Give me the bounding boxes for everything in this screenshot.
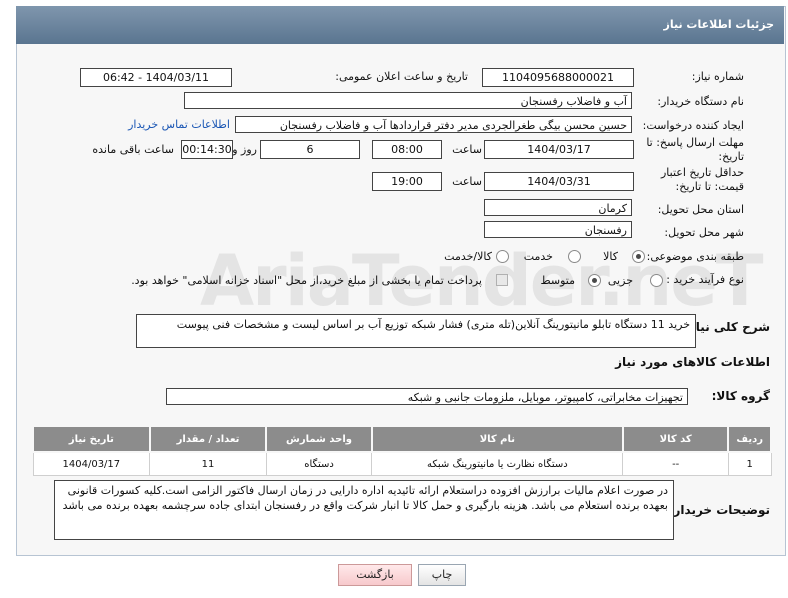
- page-title: جزئیات اطلاعات نیاز: [663, 18, 775, 31]
- goods-group-field: تجهیزات مخابراتی، کامپیوتر، موبایل، ملزو…: [166, 388, 688, 405]
- category-label: طبقه بندی موضوعی:: [646, 250, 744, 263]
- col-code: کد کالا: [621, 425, 730, 453]
- treasury-note: پرداخت تمام یا بخشی از مبلغ خرید،از محل …: [131, 274, 482, 287]
- category-both-label: کالا/خدمت: [444, 250, 492, 263]
- cell-qty: 11: [149, 451, 267, 476]
- requester-label: ایجاد کننده درخواست:: [642, 119, 744, 132]
- category-goods-label: کالا: [603, 250, 618, 263]
- treasury-checkbox[interactable]: [496, 274, 508, 286]
- buyer-contact-link[interactable]: اطلاعات تماس خریدار: [128, 118, 230, 131]
- deadline-time-label: ساعت: [452, 143, 482, 156]
- province-label: استان محل تحویل:: [657, 203, 744, 216]
- validity-date-field: 1404/03/31: [484, 172, 634, 191]
- cell-name: دستگاه نظارت یا مانیتورینگ شبکه: [371, 451, 624, 476]
- province-field: کرمان: [484, 199, 632, 216]
- process-label: نوع فرآیند خرید :: [666, 273, 744, 286]
- panel-header: جزئیات اطلاعات نیاز: [16, 6, 784, 44]
- deadline-date-field: 1404/03/17: [484, 140, 634, 159]
- col-qty: تعداد / مقدار: [148, 425, 268, 453]
- cell-unit: دستگاه: [265, 451, 373, 476]
- deadline-time-field: 08:00: [372, 140, 442, 159]
- category-goods-radio[interactable]: [632, 250, 645, 263]
- col-name: نام کالا: [370, 425, 624, 453]
- process-medium-radio[interactable]: [588, 274, 601, 287]
- days-field: 6: [260, 140, 360, 159]
- validity-label: حداقل تاریخ اعتبار قیمت: تا تاریخ:: [660, 166, 744, 193]
- cell-row: 1: [727, 451, 772, 476]
- back-button[interactable]: بازگشت: [338, 564, 412, 586]
- deadline-label: مهلت ارسال پاسخ: تا تاریخ:: [646, 136, 744, 163]
- days-label: روز و: [232, 143, 257, 156]
- goods-group-label: گروه کالا:: [711, 389, 770, 403]
- buyer-org-field: آب و فاضلاب رفسنجان: [184, 92, 632, 109]
- validity-time-label: ساعت: [452, 175, 482, 188]
- table-row: 1 -- دستگاه نظارت یا مانیتورینگ شبکه دست…: [32, 451, 772, 476]
- summary-text: خرید 11 دستگاه تابلو مانیتورینگ آنلاین(ت…: [136, 314, 696, 348]
- remaining-label: ساعت باقی مانده: [92, 143, 174, 156]
- city-label: شهر محل تحویل:: [664, 226, 744, 239]
- validity-time-field: 19:00: [372, 172, 442, 191]
- goods-table: ردیف کد کالا نام کالا واحد شمارش تعداد /…: [32, 425, 772, 476]
- goods-section-title: اطلاعات کالاهای مورد نیاز: [615, 355, 770, 369]
- buyer-org-label: نام دستگاه خریدار:: [657, 95, 744, 108]
- announce-field: 1404/03/11 - 06:42: [80, 68, 232, 87]
- process-medium-label: متوسط: [540, 274, 575, 287]
- need-number-label: شماره نیاز:: [691, 70, 744, 83]
- summary-label: شرح کلی نیاز:: [684, 320, 770, 334]
- cell-code: --: [622, 451, 729, 476]
- requester-field: حسین محسن بیگی طغرالجردی مدیر دفتر قرارد…: [235, 116, 632, 133]
- buyer-notes-text: در صورت اعلام مالیات برارزش افزوده دراست…: [54, 480, 674, 540]
- city-field: رفسنجان: [484, 221, 632, 238]
- process-minor-label: جزیی: [607, 274, 633, 287]
- need-number-field: 1104095688000021: [482, 68, 634, 87]
- category-service-radio[interactable]: [568, 250, 581, 263]
- goods-table-header: ردیف کد کالا نام کالا واحد شمارش تعداد /…: [32, 425, 772, 453]
- announce-label: تاریخ و ساعت اعلان عمومی:: [335, 70, 468, 83]
- print-button[interactable]: چاپ: [418, 564, 466, 586]
- remaining-time-field: 00:14:30: [181, 140, 233, 159]
- cell-date: 1404/03/17: [32, 451, 151, 476]
- col-unit: واحد شمارش: [265, 425, 373, 453]
- col-date: تاریخ نیاز: [32, 425, 151, 453]
- process-minor-radio[interactable]: [650, 274, 663, 287]
- col-row: ردیف: [727, 425, 772, 453]
- category-service-label: خدمت: [523, 250, 553, 263]
- category-both-radio[interactable]: [496, 250, 509, 263]
- buyer-notes-label: توضیحات خریدار:: [668, 503, 770, 517]
